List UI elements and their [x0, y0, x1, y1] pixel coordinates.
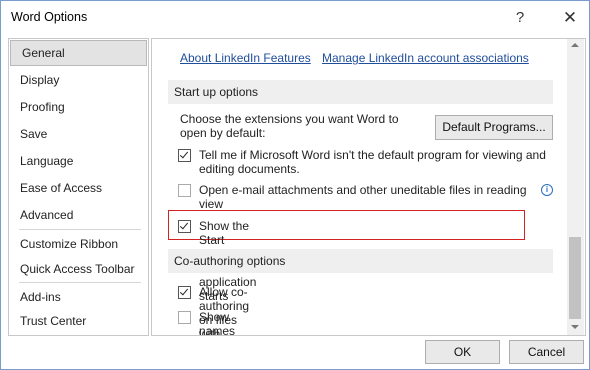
info-icon[interactable]: i — [541, 184, 553, 196]
nav-item-ease-of-access[interactable]: Ease of Access — [9, 176, 148, 201]
title-bar: Word Options ? ✕ — [1, 1, 589, 35]
ok-button[interactable]: OK — [425, 340, 500, 364]
reading-view-label: Open e-mail attachments and other unedit… — [199, 183, 527, 211]
nav-item-trust-center[interactable]: Trust Center — [9, 309, 148, 334]
presence-flags-label: Show names on presence flags — [199, 310, 236, 336]
nav-item-add-ins[interactable]: Add-ins — [9, 285, 148, 310]
nav-item-general[interactable]: General — [10, 40, 147, 66]
extensions-description: Choose the extensions you want Word to o… — [180, 112, 399, 140]
nav-item-language[interactable]: Language — [9, 149, 148, 174]
checkbox-checked[interactable] — [178, 286, 191, 299]
checkbox-checked[interactable] — [178, 220, 191, 233]
default-program-check-label: Tell me if Microsoft Word isn't the defa… — [199, 148, 546, 176]
nav-item-quick-access-toolbar[interactable]: Quick Access Toolbar — [9, 257, 148, 282]
nav-item-save[interactable]: Save — [9, 122, 148, 147]
options-nav: General Display Proofing Save Language E… — [8, 38, 149, 336]
vertical-scrollbar[interactable] — [567, 39, 584, 335]
nav-item-advanced[interactable]: Advanced — [9, 203, 148, 228]
scroll-up-arrow-icon[interactable] — [571, 43, 579, 47]
help-button[interactable]: ? — [506, 6, 534, 30]
default-programs-button[interactable]: Default Programs... — [435, 115, 553, 140]
checkbox-unchecked[interactable] — [178, 184, 191, 197]
nav-item-display[interactable]: Display — [9, 68, 148, 93]
checkbox-checked[interactable] — [178, 149, 191, 162]
linkedin-features-link[interactable]: About LinkedIn Features — [180, 51, 311, 65]
close-button[interactable]: ✕ — [556, 6, 584, 30]
nav-item-proofing[interactable]: Proofing — [9, 95, 148, 120]
nav-separator — [19, 229, 141, 230]
nav-separator — [19, 282, 141, 283]
nav-item-customize-ribbon[interactable]: Customize Ribbon — [9, 232, 148, 257]
startup-section-header: Start up options — [168, 80, 553, 104]
word-options-dialog: Word Options ? ✕ General Display Proofin… — [0, 0, 590, 370]
cancel-button[interactable]: Cancel — [509, 340, 584, 364]
manage-linkedin-link[interactable]: Manage LinkedIn account associations — [322, 51, 529, 65]
checkbox-unchecked[interactable] — [178, 311, 191, 324]
options-content: About LinkedIn Features Manage LinkedIn … — [151, 38, 586, 336]
scroll-thumb[interactable] — [569, 237, 581, 319]
coauthoring-section-header: Co-authoring options — [168, 249, 553, 273]
scroll-down-arrow-icon[interactable] — [571, 325, 579, 329]
dialog-title: Word Options — [11, 10, 88, 24]
